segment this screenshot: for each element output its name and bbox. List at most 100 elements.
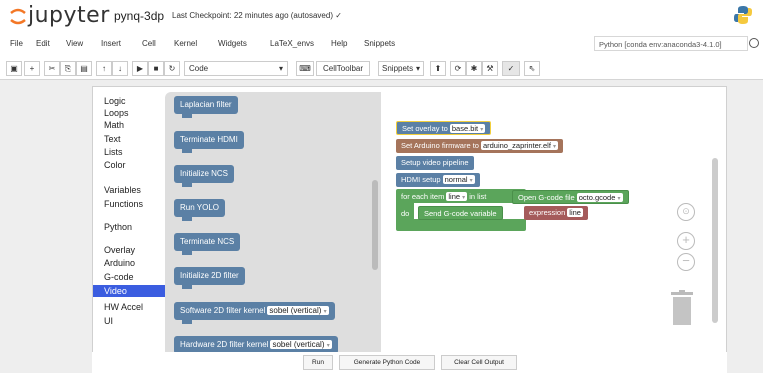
jupyter-logo-icon[interactable] (8, 5, 28, 27)
category-hw-accel[interactable]: HW Accel (104, 302, 143, 313)
set-arduino-label: Set Arduino firmware to (401, 141, 479, 150)
block-terminate-ncs[interactable]: Terminate NCS (174, 233, 241, 255)
block-expression[interactable]: expression line (524, 206, 588, 220)
run-button[interactable]: Run (303, 355, 333, 370)
check-icon[interactable]: ✓ (502, 61, 520, 76)
hardware-2d-filter-label: Hardware 2D filter kernel (180, 340, 269, 349)
block-set-overlay[interactable]: Set overlay to base.bit ▾ (396, 121, 492, 135)
block-run-yolo[interactable]: Run YOLO (174, 199, 225, 221)
clear-cell-output-button[interactable]: Clear Cell Output (441, 355, 517, 370)
cut-icon[interactable]: ✂ (44, 61, 60, 76)
category-python[interactable]: Python (104, 222, 132, 233)
do-label: do (401, 209, 410, 218)
save-icon[interactable]: ▣ (6, 61, 22, 76)
keyboard-icon[interactable]: ⌨ (296, 61, 314, 76)
upload-icon[interactable]: ⬆ (430, 61, 446, 76)
block-open-gcode[interactable]: Open G-code file octo.gcode ▾ (512, 190, 629, 204)
cell-type-select[interactable]: Code ▾ (184, 61, 288, 76)
celltoolbar-button[interactable]: CellToolbar (316, 61, 370, 76)
expression-label: expression (529, 208, 566, 217)
for-each-var-value: line (448, 192, 461, 201)
hdmi-mode-dropdown[interactable]: normal ▾ (442, 175, 475, 184)
chevron-down-icon: ▾ (278, 64, 283, 73)
block-terminate-hdmi[interactable]: Terminate HDMI (174, 131, 244, 153)
restart-icon[interactable]: ↻ (164, 61, 180, 76)
run-icon[interactable]: ▶ (132, 61, 148, 76)
dropdown-arrow-icon: ▾ (469, 178, 473, 184)
category-overlay[interactable]: Overlay (104, 245, 135, 256)
hardware-kernel-dropdown[interactable]: sobel (vertical) ▾ (270, 340, 332, 349)
move-down-icon[interactable]: ↓ (112, 61, 128, 76)
block-set-arduino[interactable]: Set Arduino firmware to arduino_zaprinter… (396, 139, 564, 153)
expression-field[interactable]: line (567, 208, 583, 217)
software-kernel-dropdown[interactable]: sobel (vertical) ▾ (267, 306, 329, 315)
menu-edit[interactable]: Edit (36, 39, 50, 48)
block-send-gcode[interactable]: Send G-code variable (418, 206, 503, 220)
notebook-gutter (0, 80, 92, 373)
generate-python-code-button[interactable]: Generate Python Code (339, 355, 435, 370)
bug-icon[interactable]: ✱ (466, 61, 482, 76)
category-functions[interactable]: Functions (104, 199, 143, 210)
hdmi-mode-value: normal (444, 175, 468, 184)
dropdown-arrow-icon: ▾ (553, 144, 557, 150)
jupyter-logo-text[interactable]: jupyter (28, 3, 110, 28)
category-logic[interactable]: Logic (104, 96, 126, 107)
category-text[interactable]: Text (104, 134, 121, 145)
for-each-label: for each item line ▾ in list (401, 192, 486, 201)
menu-snippets[interactable]: Snippets (364, 39, 395, 48)
dropdown-arrow-icon: ▾ (617, 196, 621, 202)
hdmi-setup-label: HDMI setup (401, 175, 441, 184)
copy-icon[interactable]: ⎘ (60, 61, 76, 76)
overlay-dropdown[interactable]: base.bit ▾ (449, 124, 486, 133)
block-software-2d-filter[interactable]: Software 2D filter kernel sobel (vertical… (174, 302, 335, 324)
arduino-dropdown[interactable]: arduino_zaprinter.elf ▾ (480, 141, 559, 150)
chevron-down-icon: ▾ (415, 64, 420, 73)
notebook-name[interactable]: pynq-3dp (114, 9, 164, 23)
category-video[interactable]: Video (104, 286, 127, 297)
block-initialize-ncs[interactable]: Initialize NCS (174, 165, 235, 187)
software-kernel-value: sobel (vertical) (269, 306, 322, 315)
category-ui[interactable]: UI (104, 316, 113, 327)
for-each-var-dropdown[interactable]: line ▾ (446, 192, 468, 201)
category-gcode[interactable]: G-code (104, 272, 134, 283)
category-lists[interactable]: Lists (104, 147, 123, 158)
stop-icon[interactable]: ■ (148, 61, 164, 76)
pointer-icon[interactable]: ⇖ (524, 61, 540, 76)
snippets-label: Snippets (382, 64, 414, 73)
gcode-file-dropdown[interactable]: octo.gcode ▾ (576, 193, 623, 202)
wrench-icon[interactable]: ⚒ (482, 61, 498, 76)
dropdown-arrow-icon: ▾ (462, 195, 466, 201)
dropdown-arrow-icon: ▾ (323, 309, 327, 315)
category-variables[interactable]: Variables (104, 185, 141, 196)
add-cell-icon[interactable]: + (24, 61, 40, 76)
paste-icon[interactable]: ▤ (76, 61, 92, 76)
flyout-scrollbar[interactable] (372, 180, 378, 270)
menu-view[interactable]: View (66, 39, 83, 48)
recenter-icon[interactable]: ⊙ (677, 203, 695, 221)
refresh-icon[interactable]: ⟳ (450, 61, 466, 76)
dropdown-arrow-icon: ▾ (480, 127, 484, 133)
category-math[interactable]: Math (104, 120, 124, 131)
category-arduino[interactable]: Arduino (104, 258, 135, 269)
block-initialize-2d-filter[interactable]: Initialize 2D filter (174, 267, 245, 289)
in-list-label: in list (469, 192, 487, 201)
menu-cell[interactable]: Cell (142, 39, 156, 48)
menu-file[interactable]: File (10, 39, 23, 48)
move-up-icon[interactable]: ↑ (96, 61, 112, 76)
set-overlay-label: Set overlay to (402, 124, 448, 133)
zoom-out-icon[interactable]: − (677, 253, 695, 271)
block-hdmi-setup[interactable]: HDMI setup normal ▾ (396, 173, 480, 187)
menu-kernel[interactable]: Kernel (174, 39, 197, 48)
category-loops[interactable]: Loops (104, 108, 129, 119)
block-setup-video[interactable]: Setup video pipeline (396, 156, 474, 170)
menu-widgets[interactable]: Widgets (218, 39, 247, 48)
block-laplacian-filter[interactable]: Laplacian filter (174, 96, 238, 118)
category-color[interactable]: Color (104, 160, 126, 171)
zoom-in-icon[interactable]: + (677, 232, 695, 250)
menu-insert[interactable]: Insert (101, 39, 121, 48)
workspace-scrollbar[interactable] (712, 158, 718, 323)
menu-latex-envs[interactable]: LaTeX_envs (270, 39, 314, 48)
snippets-select[interactable]: Snippets ▾ (378, 61, 424, 76)
menu-help[interactable]: Help (331, 39, 347, 48)
trash-icon[interactable] (670, 290, 694, 326)
